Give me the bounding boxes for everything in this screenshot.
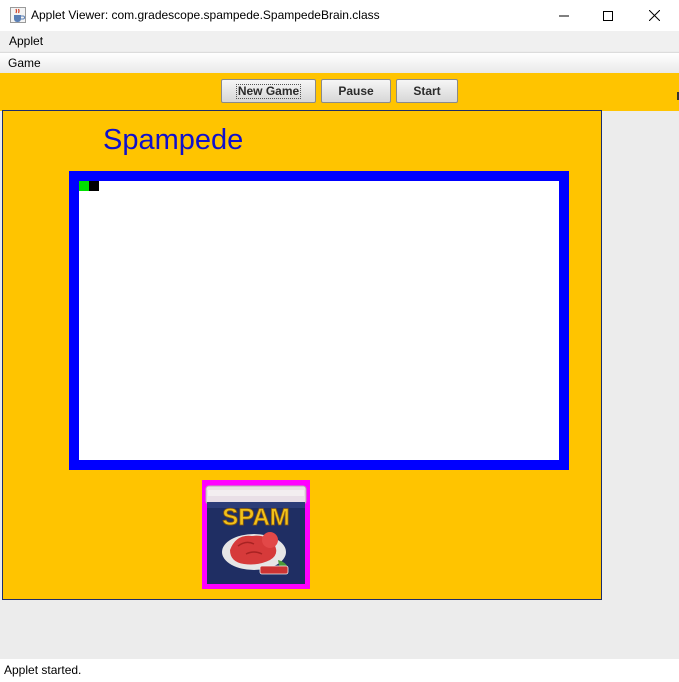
maximize-button[interactable]	[585, 0, 631, 31]
window-titlebar[interactable]: Applet Viewer: com.gradescope.spampede.S…	[0, 0, 679, 32]
game-title: Spampede	[103, 124, 244, 156]
spam-can-label: SPAM	[222, 504, 290, 531]
game-menubar: Game	[0, 52, 679, 74]
snake-head	[79, 181, 89, 191]
applet-panel[interactable]: Spampede SPAM	[2, 110, 602, 600]
menu-game[interactable]: Game	[8, 56, 41, 70]
pause-button[interactable]: Pause	[321, 79, 391, 103]
start-button[interactable]: Start	[396, 79, 458, 103]
status-bar: Applet started.	[0, 659, 679, 682]
maximize-icon	[603, 10, 613, 21]
new-game-button[interactable]: New Game	[221, 79, 316, 103]
menu-applet[interactable]: Applet	[9, 34, 43, 48]
minimize-button[interactable]	[541, 0, 587, 31]
java-cup-icon	[10, 7, 26, 23]
status-text: Applet started.	[4, 663, 82, 677]
new-game-label: New Game	[235, 83, 302, 99]
applet-menubar: Applet	[0, 31, 679, 51]
spam-can-drawing: SPAM	[205, 485, 307, 584]
snake-body-segment	[89, 181, 99, 191]
close-icon	[648, 10, 660, 21]
close-button[interactable]	[631, 0, 677, 31]
window-title: Applet Viewer: com.gradescope.spampede.S…	[31, 8, 380, 22]
game-toolbar: New Game Pause Start	[0, 73, 679, 111]
minimize-icon	[559, 15, 569, 16]
game-board[interactable]	[69, 171, 569, 470]
spam-can-image: SPAM	[202, 480, 310, 589]
